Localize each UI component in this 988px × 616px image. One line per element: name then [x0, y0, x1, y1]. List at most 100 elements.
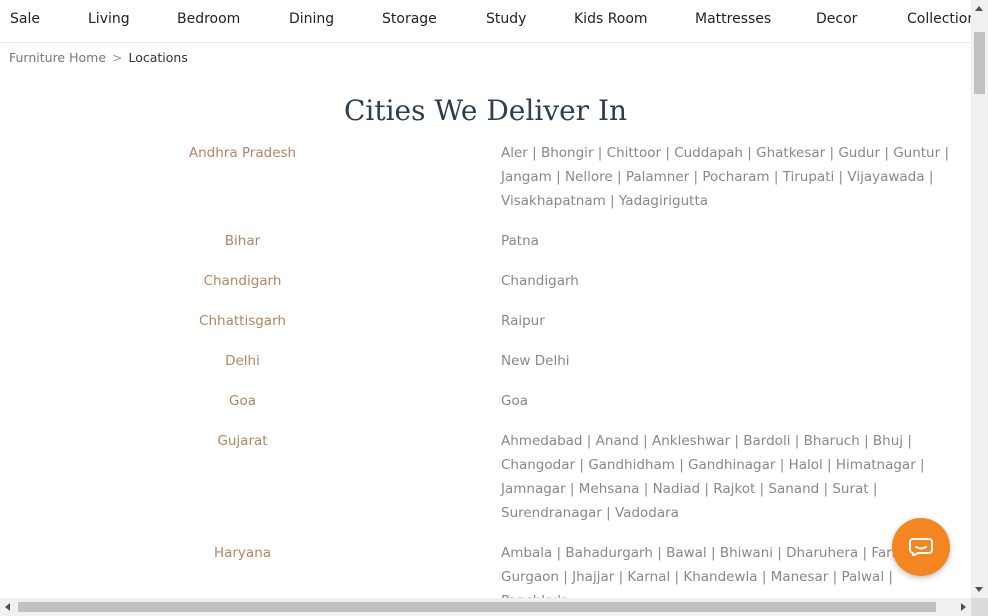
- city-link[interactable]: Ahmedabad: [501, 433, 583, 449]
- horizontal-scroll-thumb[interactable]: [18, 602, 936, 612]
- city-list: Aler | Bhongir | Chittoor | Cuddapah | G…: [501, 145, 950, 209]
- city-link[interactable]: Surat: [832, 481, 868, 497]
- city-link[interactable]: Pocharam: [702, 169, 769, 185]
- state-name[interactable]: Chandigarh: [0, 269, 485, 293]
- city-link[interactable]: Ankleshwar: [652, 433, 730, 449]
- city-list: New Delhi: [485, 349, 961, 373]
- city-link[interactable]: Gandhidham: [588, 457, 675, 473]
- city-link[interactable]: Jangam: [501, 169, 552, 185]
- nav-storage[interactable]: Storage: [382, 11, 437, 27]
- city-link[interactable]: Himatnagar: [836, 457, 916, 473]
- city-link[interactable]: Changodar: [501, 457, 575, 473]
- city-link[interactable]: Tirupati: [783, 169, 835, 185]
- scroll-down-arrow-icon[interactable]: [975, 587, 983, 592]
- city-link[interactable]: New Delhi: [501, 353, 570, 369]
- state-row: Chandigarh Chandigarh: [0, 269, 971, 293]
- nav-sale[interactable]: Sale: [10, 11, 40, 27]
- city-list: Raipur: [485, 309, 961, 333]
- state-row: Gujarat Ahmedabad | Anand | Ankleshwar | …: [0, 429, 971, 525]
- city-link[interactable]: Jhajjar: [572, 569, 614, 585]
- city-link[interactable]: Anand: [596, 433, 639, 449]
- city-list: Ahmedabad | Anand | Ankleshwar | Bardoli…: [501, 433, 925, 521]
- city-link[interactable]: Gudur: [838, 145, 880, 161]
- city-link[interactable]: Surendranagar: [501, 505, 602, 521]
- state-row: Haryana Ambala | Bahadurgarh | Bawal | Bh…: [0, 541, 971, 598]
- city-link[interactable]: Bhiwani: [720, 545, 773, 561]
- city-link[interactable]: Nellore: [565, 169, 613, 185]
- city-link[interactable]: Visakhapatnam: [501, 193, 606, 209]
- city-link[interactable]: Chittoor: [607, 145, 661, 161]
- city-link[interactable]: Ambala: [501, 545, 552, 561]
- scroll-left-arrow-icon[interactable]: [5, 603, 10, 611]
- city-link[interactable]: Bhongir: [541, 145, 594, 161]
- state-name[interactable]: Bihar: [0, 229, 485, 253]
- vertical-scroll-thumb[interactable]: [974, 32, 985, 94]
- city-link[interactable]: Gandhinagar: [688, 457, 775, 473]
- city-link[interactable]: Yadagirigutta: [619, 193, 708, 209]
- city-link[interactable]: Nadiad: [653, 481, 701, 497]
- state-name[interactable]: Chhattisgarh: [0, 309, 485, 333]
- city-link[interactable]: Khandewla: [683, 569, 757, 585]
- city-list: Goa: [485, 389, 961, 413]
- page-title: Cities We Deliver In: [343, 94, 628, 127]
- states-list: Andhra Pradesh Aler | Bhongir | Chittoor …: [0, 141, 971, 598]
- state-name[interactable]: Haryana: [0, 541, 485, 598]
- city-link[interactable]: Halol: [789, 457, 823, 473]
- city-link[interactable]: Aler: [501, 145, 528, 161]
- state-name[interactable]: Andhra Pradesh: [0, 141, 485, 213]
- chat-bubble-icon: [909, 538, 933, 556]
- city-link[interactable]: Palamner: [626, 169, 689, 185]
- breadcrumb-home-link[interactable]: Furniture Home: [9, 50, 106, 65]
- city-link[interactable]: Raipur: [501, 313, 545, 329]
- vertical-scrollbar[interactable]: [971, 0, 988, 598]
- state-row: Delhi New Delhi: [0, 349, 971, 373]
- city-link[interactable]: Patna: [501, 233, 539, 249]
- city-link[interactable]: Chandigarh: [501, 273, 579, 289]
- state-name[interactable]: Goa: [0, 389, 485, 413]
- nav-study[interactable]: Study: [486, 11, 526, 27]
- city-link[interactable]: Rajkot: [713, 481, 755, 497]
- breadcrumb: Furniture Home > Locations: [9, 50, 188, 65]
- state-name[interactable]: Gujarat: [0, 429, 485, 525]
- scroll-up-arrow-icon[interactable]: [975, 6, 983, 11]
- nav-bedroom[interactable]: Bedroom: [177, 11, 240, 27]
- city-link[interactable]: Jamnagar: [501, 481, 566, 497]
- nav-kids-room[interactable]: Kids Room: [574, 11, 648, 27]
- city-link[interactable]: Bawal: [666, 545, 707, 561]
- horizontal-scrollbar[interactable]: [0, 598, 971, 616]
- city-link[interactable]: Karnal: [627, 569, 670, 585]
- nav-collections[interactable]: Collections: [907, 11, 971, 27]
- city-link[interactable]: Mehsana: [579, 481, 640, 497]
- state-row: Goa Goa: [0, 389, 971, 413]
- city-link[interactable]: Bardoli: [743, 433, 790, 449]
- state-row: Chhattisgarh Raipur: [0, 309, 971, 333]
- state-name[interactable]: Delhi: [0, 349, 485, 373]
- city-link[interactable]: Gurgaon: [501, 569, 559, 585]
- breadcrumb-current: Locations: [128, 50, 188, 65]
- city-link[interactable]: Vijayawada: [847, 169, 924, 185]
- city-link[interactable]: Vadodara: [615, 505, 679, 521]
- state-row: Andhra Pradesh Aler | Bhongir | Chittoor …: [0, 141, 971, 213]
- city-link[interactable]: Ghatkesar: [756, 145, 825, 161]
- state-row: Bihar Patna: [0, 229, 971, 253]
- nav-mattresses[interactable]: Mattresses: [695, 11, 771, 27]
- city-list: Patna: [485, 229, 961, 253]
- nav-living[interactable]: Living: [88, 11, 130, 27]
- city-link[interactable]: Dharuhera: [786, 545, 858, 561]
- city-link[interactable]: Goa: [501, 393, 528, 409]
- city-link[interactable]: Cuddapah: [674, 145, 743, 161]
- chat-button[interactable]: [892, 518, 950, 576]
- city-link[interactable]: Bhuj: [873, 433, 903, 449]
- city-link[interactable]: Manesar: [771, 569, 829, 585]
- nav-dining[interactable]: Dining: [289, 11, 334, 27]
- nav-decor[interactable]: Decor: [816, 11, 857, 27]
- city-link[interactable]: Bharuch: [804, 433, 860, 449]
- city-list: Ambala | Bahadurgarh | Bawal | Bhiwani |…: [485, 541, 961, 598]
- city-link[interactable]: Bahadurgarh: [565, 545, 653, 561]
- city-link[interactable]: Palwal: [841, 569, 884, 585]
- city-link[interactable]: Sanand: [768, 481, 819, 497]
- scrollbar-corner: [971, 598, 988, 616]
- scroll-right-arrow-icon[interactable]: [961, 603, 966, 611]
- city-link[interactable]: Guntur: [893, 145, 940, 161]
- breadcrumb-separator: >: [112, 50, 123, 65]
